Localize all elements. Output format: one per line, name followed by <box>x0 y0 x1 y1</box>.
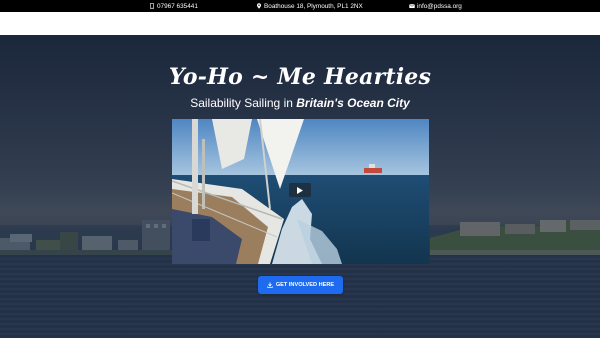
contact-bar: 07967 635441 Boathouse 18, Plymouth, PL1… <box>0 0 600 12</box>
hero-subheadline: Sailability Sailing in Britain's Ocean C… <box>0 96 600 110</box>
contact-address[interactable]: Boathouse 18, Plymouth, PL1 2NX <box>256 0 363 12</box>
nav-strip <box>0 12 600 35</box>
address-text: Boathouse 18, Plymouth, PL1 2NX <box>264 2 363 10</box>
hero-headline: Yo-Ho ~ Me Hearties <box>168 64 432 90</box>
phone-text: 07967 635441 <box>157 2 198 10</box>
subheadline-prefix: Sailability Sailing in <box>190 96 297 110</box>
phone-icon <box>150 3 154 9</box>
hero-video[interactable] <box>172 119 429 264</box>
get-involved-button[interactable]: GET INVOLVED HERE <box>258 276 343 294</box>
download-icon <box>267 282 273 288</box>
contact-phone[interactable]: 07967 635441 <box>149 0 198 12</box>
play-button[interactable] <box>289 183 311 197</box>
envelope-icon <box>409 4 415 9</box>
contact-email[interactable]: info@pdssa.org <box>409 0 462 12</box>
play-icon <box>297 186 303 194</box>
email-text: info@pdssa.org <box>417 2 462 10</box>
subheadline-emphasis: Britain's Ocean City <box>296 96 410 110</box>
map-marker-icon <box>256 3 262 9</box>
cta-label: GET INVOLVED HERE <box>275 282 335 288</box>
